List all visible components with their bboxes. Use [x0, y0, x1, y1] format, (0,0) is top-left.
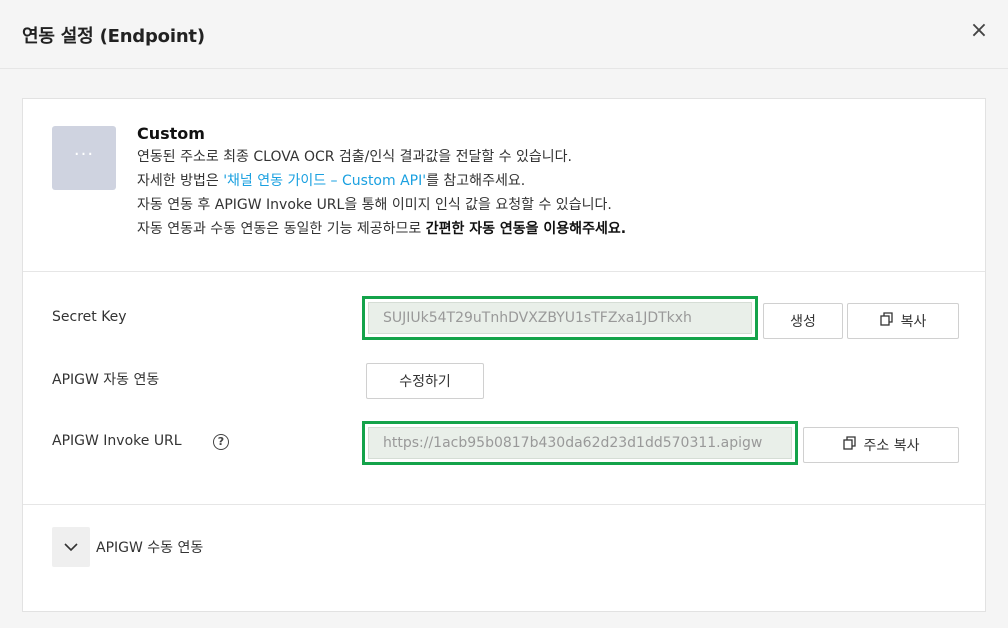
- edit-button[interactable]: 수정하기: [366, 363, 484, 399]
- dialog-title: 연동 설정 (Endpoint): [22, 26, 205, 47]
- secret-key-field-highlight: SUJIUk54T29uTnhDVXZBYU1sTFZxa1JDTkxh: [362, 296, 758, 340]
- info-line-4: 자동 연동과 수동 연동은 동일한 기능 제공하므로 간편한 자동 연동을 이용…: [137, 217, 957, 241]
- info-text: Custom 연동된 주소로 최종 CLOVA OCR 검출/인식 결과값을 전…: [137, 123, 957, 241]
- invoke-url-label-text: APIGW Invoke URL: [52, 433, 182, 449]
- more-icon-glyph: ···: [73, 144, 95, 165]
- secret-key-label: Secret Key: [52, 309, 127, 325]
- custom-info-section: ··· Custom 연동된 주소로 최종 CLOVA OCR 검출/인식 결과…: [23, 99, 985, 272]
- info-line-4-prefix: 자동 연동과 수동 연동은 동일한 기능 제공하므로: [137, 221, 426, 237]
- dialog-header: 연동 설정 (Endpoint) ×: [0, 0, 1008, 69]
- invoke-url-label: APIGW Invoke URL: [52, 433, 182, 449]
- apigw-manual-label: APIGW 수동 연동: [96, 540, 204, 556]
- secret-key-copy-button[interactable]: 복사: [847, 303, 959, 339]
- info-line-2: 자세한 방법은 '채널 연동 가이드 – Custom API'를 참고해주세요…: [137, 169, 957, 193]
- info-line-3: 자동 연동 후 APIGW Invoke URL을 통해 이미지 인식 값을 요…: [137, 197, 612, 213]
- more-icon: ···: [52, 126, 116, 190]
- help-icon[interactable]: ?: [213, 434, 229, 450]
- chevron-down-icon[interactable]: [52, 527, 90, 567]
- section-divider: [23, 504, 985, 505]
- info-heading: Custom: [137, 124, 205, 143]
- apigw-manual-toggle[interactable]: APIGW 수동 연동: [52, 527, 203, 567]
- info-line-2-suffix: 를 참고해주세요.: [426, 173, 526, 189]
- info-line-2-prefix: 자세한 방법은: [137, 173, 224, 189]
- info-line-1: 연동된 주소로 최종 CLOVA OCR 검출/인식 결과값을 전달할 수 있습…: [137, 149, 572, 165]
- generate-button[interactable]: 생성: [763, 303, 843, 339]
- invoke-url-field-highlight: https://1acb95b0817b430da62d23d1dd570311…: [362, 421, 798, 465]
- invoke-url-input[interactable]: https://1acb95b0817b430da62d23d1dd570311…: [368, 427, 792, 459]
- copy-icon: [879, 312, 893, 330]
- invoke-url-copy-button[interactable]: 주소 복사: [803, 427, 959, 463]
- secret-key-input[interactable]: SUJIUk54T29uTnhDVXZBYU1sTFZxa1JDTkxh: [368, 302, 752, 334]
- invoke-url-copy-label: 주소 복사: [863, 438, 920, 454]
- info-line-4-bold: 간편한 자동 연동을 이용해주세요.: [425, 221, 627, 237]
- close-icon[interactable]: ×: [968, 20, 990, 42]
- apigw-auto-label: APIGW 자동 연동: [52, 372, 160, 388]
- guide-link[interactable]: '채널 연동 가이드 – Custom API': [223, 173, 426, 189]
- endpoint-card: ··· Custom 연동된 주소로 최종 CLOVA OCR 검출/인식 결과…: [22, 98, 986, 612]
- copy-icon: [842, 436, 856, 454]
- secret-key-copy-label: 복사: [900, 314, 927, 330]
